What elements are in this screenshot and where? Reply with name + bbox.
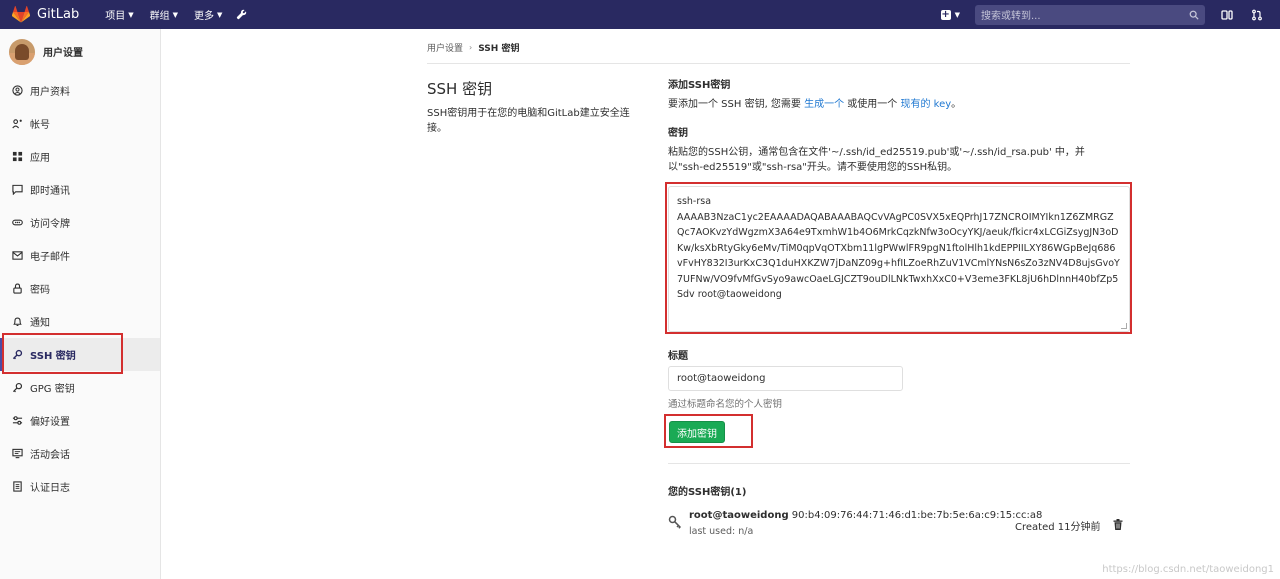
page-title: SSH 密钥: [427, 80, 493, 98]
sidebar-item-label: 密码: [30, 285, 50, 296]
trash-icon[interactable]: [1113, 519, 1123, 530]
top-navbar: GitLab 项目 ▼ 群组 ▼ 更多 ▼ + ▼ 搜索或转到...: [0, 0, 1280, 29]
list-icon: [13, 481, 22, 492]
add-key-form: 添加SSH密钥 要添加一个 SSH 密钥, 您需要 生成一个 或使用一个 现有的…: [668, 76, 1130, 175]
chevron-down-icon: ▼: [172, 10, 179, 19]
navbar-right: + ▼ 搜索或转到...: [940, 0, 1280, 29]
sidebar-item-active-sessions[interactable]: 活动会话: [0, 437, 160, 470]
sidebar-item-label: 访问令牌: [30, 219, 70, 230]
key-icon: [668, 515, 682, 529]
key-field-label: 密钥: [668, 128, 688, 139]
token-icon: [12, 219, 23, 226]
highlight-box-sidebar: [2, 333, 123, 374]
sidebar-item-account[interactable]: 帐号: [0, 107, 160, 140]
avatar: [9, 38, 35, 65]
sidebar-item-profile[interactable]: 用户资料: [0, 74, 160, 107]
nav-projects-label: 项目: [105, 11, 126, 22]
key-last-used: last used: n/a: [689, 526, 754, 537]
sidebar-item-label: 通知: [30, 318, 50, 329]
title-field-label: 标题: [668, 351, 688, 362]
search-icon: [1189, 10, 1199, 20]
desc-prefix: 要添加一个 SSH 密钥, 您需要: [668, 99, 805, 110]
key-created: Created 11分钟前: [1015, 522, 1101, 533]
sidebar-item-label: 用户资料: [30, 87, 70, 98]
mail-icon: [12, 251, 23, 260]
existing-key-link[interactable]: 现有的 key: [900, 99, 951, 110]
watermark: https://blog.csdn.net/taoweidong1: [1102, 564, 1274, 575]
desc-suffix: 。: [951, 99, 962, 110]
chevron-down-icon: ▼: [954, 10, 960, 19]
monitor-icon: [12, 448, 23, 459]
nav-groups-label: 群组: [149, 11, 170, 22]
keys-list-heading: 您的SSH密钥(1): [668, 487, 747, 498]
nav-groups[interactable]: 群组 ▼: [149, 7, 179, 23]
settings-sidebar: 用户设置 用户资料 帐号 应用 即时通讯 访问令牌 电子邮件 密码 通知 SSH…: [0, 29, 161, 579]
search-input[interactable]: 搜索或转到...: [975, 4, 1205, 25]
issues-icon[interactable]: [1220, 8, 1234, 22]
nav-more-label: 更多: [194, 11, 215, 22]
breadcrumb-current[interactable]: SSH 密钥: [478, 41, 519, 54]
highlight-box-key: [665, 182, 1132, 334]
apps-icon: [12, 151, 23, 162]
new-dropdown-button[interactable]: + ▼: [940, 8, 960, 20]
breadcrumb: 用户设置 › SSH 密钥: [427, 41, 519, 54]
admin-wrench-icon[interactable]: [236, 9, 247, 20]
sidebar-item-chat[interactable]: 即时通讯: [0, 173, 160, 206]
sidebar-item-password[interactable]: 密码: [0, 272, 160, 305]
merge-request-icon[interactable]: [1250, 8, 1264, 22]
sidebar-item-label: 帐号: [30, 120, 50, 131]
chevron-down-icon: ▼: [217, 10, 223, 19]
sidebar-item-label: 即时通讯: [30, 186, 70, 197]
lock-icon: [13, 283, 22, 294]
key-title-line: root@taoweidong 90:b4:09:76:44:71:46:d1:…: [689, 510, 1042, 521]
highlight-box-button: [664, 414, 753, 448]
sidebar-item-emails[interactable]: 电子邮件: [0, 239, 160, 272]
section-divider: [668, 463, 1130, 464]
breadcrumb-divider: [427, 63, 1130, 64]
list-item[interactable]: root@taoweidong 90:b4:09:76:44:71:46:d1:…: [668, 510, 1130, 542]
add-key-description: 要添加一个 SSH 密钥, 您需要 生成一个 或使用一个 现有的 key。: [668, 97, 1130, 112]
nav-more[interactable]: 更多 ▼: [194, 7, 223, 23]
sidebar-item-access-tokens[interactable]: 访问令牌: [0, 206, 160, 239]
sidebar-item-applications[interactable]: 应用: [0, 140, 160, 173]
gitlab-logo[interactable]: GitLab: [12, 6, 79, 23]
sidebar-item-label: 电子邮件: [30, 252, 70, 263]
key-icon: [12, 382, 23, 393]
generate-key-link[interactable]: 生成一个: [804, 99, 844, 110]
sidebar-title: 用户设置: [43, 48, 83, 59]
add-key-heading: 添加SSH密钥: [668, 80, 731, 91]
sidebar-item-preferences[interactable]: 偏好设置: [0, 404, 160, 437]
tanuki-icon: [12, 6, 30, 23]
chevron-down-icon: ▼: [128, 10, 134, 19]
account-icon: [12, 119, 22, 129]
intro-column: SSH 密钥 SSH密钥用于在您的电脑和GitLab建立安全连接。: [427, 78, 637, 136]
chevron-right-icon: ›: [469, 43, 473, 52]
sidebar-item-label: GPG 密钥: [30, 384, 75, 395]
title-hint: 通过标题命名您的个人密钥: [668, 399, 783, 410]
preferences-icon: [12, 416, 23, 425]
key-title[interactable]: root@taoweidong: [689, 510, 789, 521]
sidebar-item-label: 偏好设置: [30, 417, 70, 428]
sidebar-item-label: 活动会话: [30, 450, 70, 461]
breadcrumb-parent[interactable]: 用户设置: [427, 41, 463, 54]
nav-projects[interactable]: 项目 ▼: [105, 7, 134, 23]
sidebar-item-label: 应用: [30, 153, 50, 164]
page-description: SSH密钥用于在您的电脑和GitLab建立安全连接。: [427, 108, 630, 134]
sidebar-item-gpg-keys[interactable]: GPG 密钥: [0, 371, 160, 404]
brand-name: GitLab: [37, 7, 80, 22]
key-field-help: 粘贴您的SSH公钥，通常包含在文件'~/.ssh/id_ed25519.pub'…: [668, 147, 1085, 173]
key-fingerprint: 90:b4:09:76:44:71:46:d1:be:7b:5e:6a:c9:1…: [791, 510, 1043, 521]
title-input[interactable]: root@taoweidong: [668, 366, 903, 391]
sidebar-item-authentication-log[interactable]: 认证日志: [0, 470, 160, 503]
chat-icon: [12, 184, 23, 195]
plus-icon: +: [940, 8, 951, 20]
bell-icon: [13, 317, 22, 326]
desc-middle: 或使用一个: [844, 99, 901, 110]
sidebar-header[interactable]: 用户设置: [0, 29, 160, 74]
user-icon: [12, 85, 23, 96]
sidebar-item-label: 认证日志: [30, 483, 70, 494]
search-placeholder: 搜索或转到...: [981, 11, 1041, 22]
